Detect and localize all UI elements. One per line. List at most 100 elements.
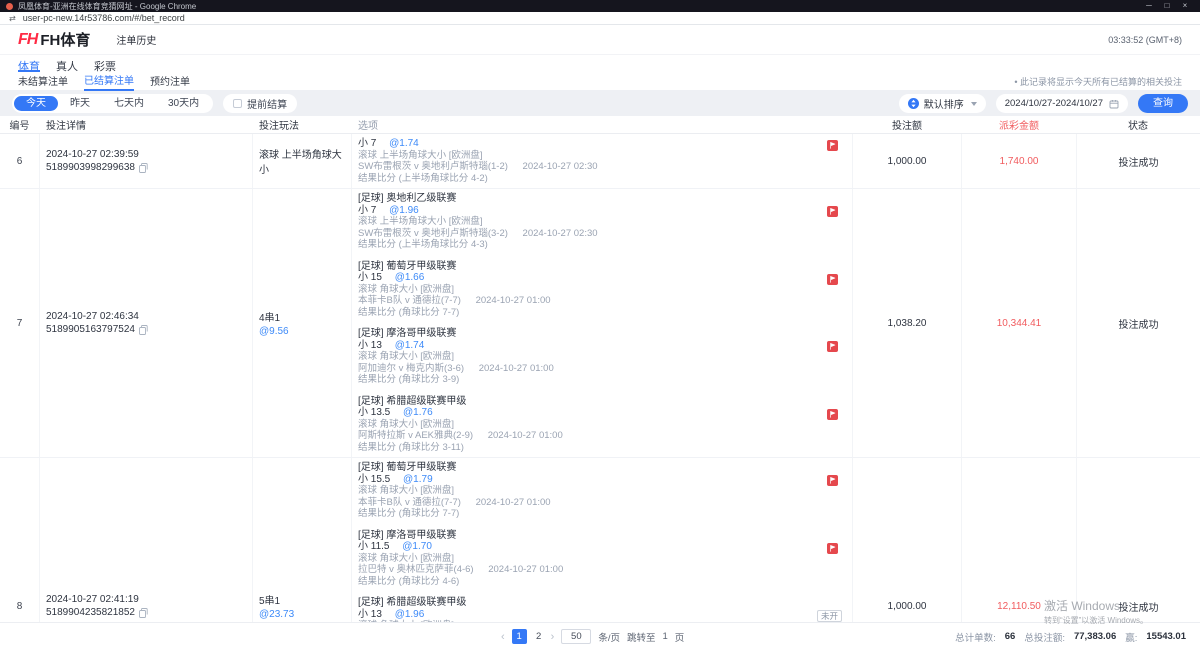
bet-options: 小 7 @1.74 滚球 上半场角球大小 [欧洲盘] SW布雷根茨 v 奥地利卢… bbox=[352, 134, 853, 188]
table-header: 编号 投注详情 投注玩法 选项 投注额 派彩金额 状态 bbox=[0, 116, 1200, 134]
bet-leg: [足球] 葡萄牙甲级联赛 小 15 @1.66 滚球 角球大小 [欧洲盘] 本菲… bbox=[358, 261, 844, 319]
leg-odds: @1.70 bbox=[402, 541, 432, 552]
leg-match: 本菲卡B队 v 通德拉(7-7) bbox=[358, 295, 461, 306]
leg-pick: 小 11.5 bbox=[358, 541, 390, 552]
sort-dropdown[interactable]: 默认排序 bbox=[899, 94, 986, 113]
next-page-button[interactable]: › bbox=[551, 631, 555, 643]
pagination: ‹ 12 › 条/页 跳转至 1 页 bbox=[501, 629, 684, 644]
bet-time: 2024-10-27 02:39:59 bbox=[46, 149, 252, 160]
col-header-amount: 投注额 bbox=[853, 116, 962, 133]
leg-result: 结果比分 (角球比分 7-7) bbox=[358, 307, 796, 319]
tab-lottery[interactable]: 彩票 bbox=[94, 58, 116, 72]
window-title: 凤凰体育-亚洲在线体育竞猜网址 - Google Chrome bbox=[18, 1, 1140, 12]
date-range-picker[interactable]: 2024/10/27-2024/10/27 bbox=[996, 94, 1128, 113]
minimize-button[interactable]: ─ bbox=[1140, 0, 1158, 12]
copy-icon[interactable] bbox=[139, 608, 148, 618]
leg-market: 滚球 角球大小 [欧洲盘] bbox=[358, 485, 796, 497]
bet-leg: [足球] 摩洛哥甲级联赛 小 13 @1.74 滚球 角球大小 [欧洲盘] 阿加… bbox=[358, 328, 844, 386]
leg-match: SW布雷根茨 v 奥地利卢斯特瑙(1-2) bbox=[358, 161, 508, 172]
payout-amount: 1,740.00 bbox=[962, 134, 1077, 188]
col-header-options: 选项 bbox=[352, 116, 853, 133]
close-button[interactable]: × bbox=[1176, 0, 1194, 12]
leg-market: 滚球 角球大小 [欧洲盘] bbox=[358, 351, 796, 363]
bet-play: 4串1@9.56 bbox=[253, 189, 352, 457]
window-titlebar: 凤凰体育-亚洲在线体育竞猜网址 - Google Chrome ─ □ × bbox=[0, 0, 1200, 12]
leg-match: SW布雷根茨 v 奥地利卢斯特瑙(3-2) bbox=[358, 228, 508, 239]
leg-result: 结果比分 (角球比分 7-7) bbox=[358, 508, 796, 520]
jump-label: 跳转至 bbox=[627, 630, 656, 644]
leg-league: [足球] 摩洛哥甲级联赛 bbox=[358, 328, 796, 340]
col-header-play: 投注玩法 bbox=[253, 116, 352, 133]
table-row: 6 2024-10-27 02:39:59 5189903998299638 滚… bbox=[0, 134, 1200, 189]
leg-match-time: 2024-10-27 01:00 bbox=[488, 430, 563, 441]
leg-market: 滚球 上半场角球大小 [欧洲盘] bbox=[358, 150, 796, 162]
cashout-checkbox[interactable] bbox=[233, 99, 242, 108]
bet-id: 5189904235821852 bbox=[46, 607, 135, 618]
range-pill-7days[interactable]: 七天内 bbox=[102, 96, 156, 111]
leg-match-time: 2024-10-27 01:00 bbox=[476, 497, 551, 508]
bet-amount: 1,038.20 bbox=[853, 189, 962, 457]
subtab-reserved[interactable]: 预约注单 bbox=[150, 73, 190, 90]
leg-match-time: 2024-10-27 02:30 bbox=[523, 228, 598, 239]
range-pill-today[interactable]: 今天 bbox=[14, 96, 58, 111]
prev-page-button[interactable]: ‹ bbox=[501, 631, 505, 643]
live-badge-icon bbox=[827, 206, 838, 217]
bet-options: [足球] 奥地利乙级联赛 小 7 @1.96 滚球 上半场角球大小 [欧洲盘] … bbox=[352, 189, 853, 457]
bet-id: 5189905163797524 bbox=[46, 324, 135, 335]
bottom-bar: ‹ 12 › 条/页 跳转至 1 页 总计单数: 66 总投注额: 77,383… bbox=[0, 622, 1200, 650]
live-badge-icon bbox=[827, 274, 838, 285]
bet-leg: 小 7 @1.74 滚球 上半场角球大小 [欧洲盘] SW布雷根茨 v 奥地利卢… bbox=[358, 138, 844, 184]
leg-pick: 小 7 bbox=[358, 205, 376, 216]
leg-match: 拉巴特 v 奥林匹克萨菲(4-6) bbox=[358, 564, 474, 575]
bet-number: 7 bbox=[0, 189, 40, 457]
cashout-filter[interactable]: 提前结算 bbox=[223, 94, 297, 113]
url-bar[interactable]: ⇄ user-pc-new.14r53786.com/#/bet_record bbox=[0, 12, 1200, 25]
leg-match-time: 2024-10-27 02:30 bbox=[523, 161, 598, 172]
page-button-1[interactable]: 1 bbox=[512, 629, 527, 644]
logo-text: FH体育 bbox=[40, 29, 90, 50]
leg-result: 结果比分 (上半场角球比分 4-3) bbox=[358, 239, 796, 251]
total-amount-value: 77,383.06 bbox=[1074, 631, 1116, 642]
leg-pick: 小 13 bbox=[358, 609, 382, 620]
page-size-input[interactable] bbox=[561, 629, 591, 644]
leg-odds: @1.74 bbox=[395, 340, 425, 351]
leg-result: 结果比分 (角球比分 3-11) bbox=[358, 442, 796, 454]
copy-icon[interactable] bbox=[139, 325, 148, 335]
leg-pick: 小 15 bbox=[358, 272, 382, 283]
leg-match: 本菲卡B队 v 通德拉(7-7) bbox=[358, 497, 461, 508]
bet-leg: [足球] 希腊超级联赛甲级 小 13.5 @1.76 滚球 角球大小 [欧洲盘]… bbox=[358, 396, 844, 454]
leg-pick: 小 7 bbox=[358, 138, 376, 149]
tab-live-casino[interactable]: 真人 bbox=[56, 58, 78, 72]
date-range-value: 2024/10/27-2024/10/27 bbox=[1005, 98, 1103, 109]
live-badge-icon bbox=[827, 543, 838, 554]
leg-league: [足球] 希腊超级联赛甲级 bbox=[358, 597, 796, 609]
total-count-value: 66 bbox=[1005, 631, 1016, 642]
favicon-icon bbox=[6, 3, 13, 10]
tab-sports[interactable]: 体育 bbox=[18, 58, 40, 72]
leg-odds: @1.96 bbox=[389, 205, 419, 216]
bet-amount: 1,000.00 bbox=[853, 134, 962, 188]
col-header-detail: 投注详情 bbox=[40, 116, 253, 133]
leg-league: [足球] 葡萄牙甲级联赛 bbox=[358, 462, 796, 474]
range-pill-30days[interactable]: 30天内 bbox=[156, 96, 211, 111]
leg-league: [足球] 希腊超级联赛甲级 bbox=[358, 396, 796, 408]
total-win-label: 赢: bbox=[1125, 630, 1137, 644]
maximize-button[interactable]: □ bbox=[1158, 0, 1176, 12]
subtab-settled[interactable]: 已结算注单 bbox=[84, 72, 134, 91]
logo-fh-icon: FH bbox=[18, 31, 37, 49]
chevron-down-icon bbox=[971, 102, 977, 106]
leg-odds: @1.79 bbox=[403, 474, 433, 485]
copy-icon[interactable] bbox=[139, 163, 148, 173]
sort-label: 默认排序 bbox=[924, 96, 964, 111]
page-button-2[interactable]: 2 bbox=[534, 631, 544, 642]
leg-match-time: 2024-10-27 01:00 bbox=[488, 564, 563, 575]
total-win-value: 15543.01 bbox=[1146, 631, 1186, 642]
jump-page-value[interactable]: 1 bbox=[663, 631, 668, 642]
sort-icon bbox=[908, 98, 919, 109]
leg-result: 结果比分 (角球比分 4-6) bbox=[358, 576, 796, 588]
subtab-unsettled[interactable]: 未结算注单 bbox=[18, 73, 68, 90]
bet-number: 6 bbox=[0, 134, 40, 188]
range-pill-yesterday[interactable]: 昨天 bbox=[58, 96, 102, 111]
address-url[interactable]: user-pc-new.14r53786.com/#/bet_record bbox=[23, 13, 185, 23]
search-button[interactable]: 查询 bbox=[1138, 94, 1188, 113]
